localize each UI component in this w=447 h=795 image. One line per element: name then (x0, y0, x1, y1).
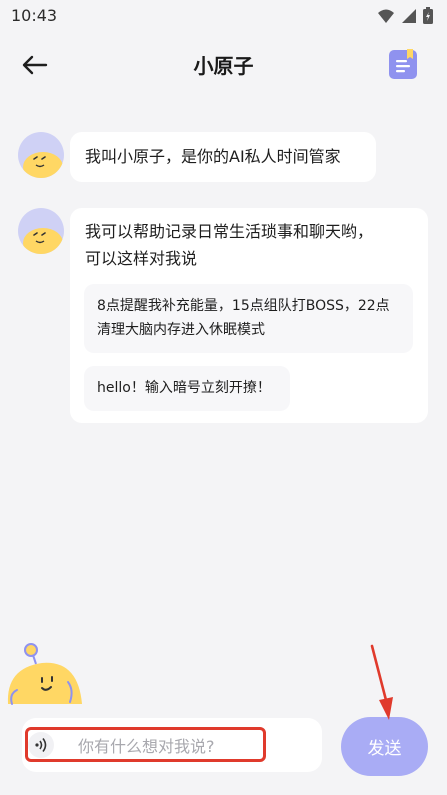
suggestion-chip[interactable]: 8点提醒我补充能量，15点组队打BOSS，22点 清理大脑内存进入休眠模式 (84, 284, 413, 353)
annotation-arrow-icon (370, 644, 393, 720)
suggestion-chip[interactable]: hello！输入暗号立刻开撩！ (84, 366, 290, 411)
status-time: 10:43 (11, 6, 58, 25)
battery-icon (423, 7, 433, 24)
message-bubble: 我可以帮助记录日常生活琐事和聊天哟， 可以这样对我说 8点提醒我补充能量，15点… (70, 208, 428, 423)
mascot-avatar-icon (23, 152, 63, 178)
status-bar: 10:43 (0, 0, 447, 32)
status-icons (377, 7, 433, 24)
suggestion-text-line: 8点提醒我补充能量，15点组队打BOSS，22点 (97, 298, 390, 314)
voice-input-button[interactable] (28, 732, 54, 758)
assistant-avatar (18, 208, 64, 254)
mascot-illustration (7, 643, 82, 705)
composer-bar (22, 718, 322, 772)
suggestion-text-line: hello！输入暗号立刻开撩！ (97, 380, 271, 396)
top-app-bar: 小原子 (0, 34, 447, 94)
page-title: 小原子 (193, 54, 254, 78)
notebook-icon[interactable] (389, 49, 417, 79)
assistant-avatar (18, 132, 64, 178)
suggestion-text-line: 清理大脑内存进入休眠模式 (97, 322, 265, 338)
message-text: 我叫小原子，是你的AI私人时间管家 (85, 147, 341, 166)
message-text-line: 可以这样对我说 (85, 249, 198, 268)
message-input[interactable] (76, 727, 310, 765)
message-text-line: 我可以帮助记录日常生活琐事和聊天哟， (85, 222, 374, 241)
wifi-icon (378, 9, 394, 23)
mascot-avatar-icon (23, 228, 63, 254)
message-bubble: 我叫小原子，是你的AI私人时间管家 (70, 132, 376, 182)
send-button[interactable]: 发送 (341, 717, 428, 776)
voice-icon (35, 738, 47, 752)
signal-icon (402, 8, 416, 23)
